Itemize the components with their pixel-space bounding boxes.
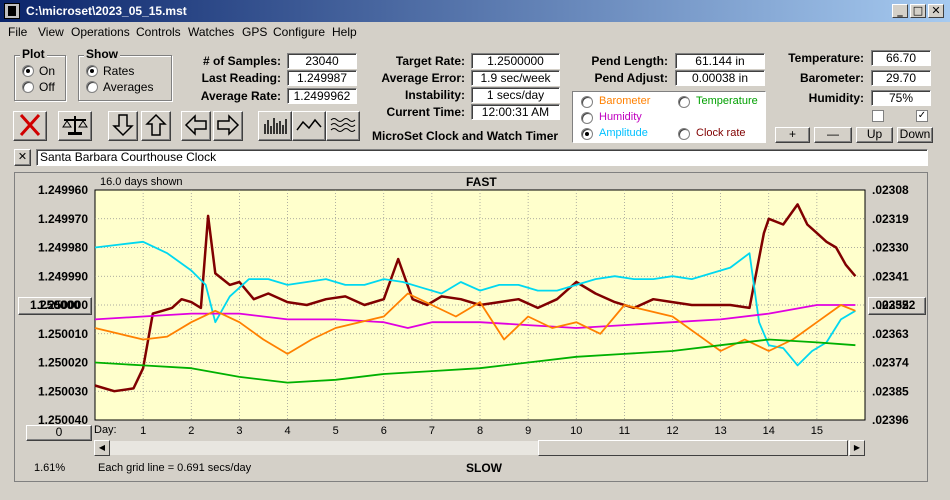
x-tick-label: 13	[715, 425, 727, 437]
x-ticks: 1 2 3 4 5 6 7 8 9 10 11 12 13 14 15	[140, 425, 823, 437]
x-tick-label: 11	[619, 425, 630, 437]
x-tick-label: 5	[333, 425, 339, 437]
y-right-tick-label: .02363	[872, 327, 909, 341]
rate-chart: 1.249960 1.249970 1.249980 1.249990 1.250000…	[38, 183, 909, 437]
x-tick-label: 2	[188, 425, 194, 437]
x-tick-label: 1	[140, 425, 146, 437]
x-tick-label: 3	[236, 425, 242, 437]
y-right-tick-label: .02352	[872, 298, 909, 312]
y-left-tick-label: 1.249960	[38, 183, 88, 197]
x-tick-label: 12	[666, 425, 678, 437]
x-tick-label: 15	[811, 425, 823, 437]
x-tick-label: 9	[525, 425, 531, 437]
y-left-ticks: 1.249960 1.249970 1.249980 1.249990 1.250000…	[38, 183, 88, 427]
y-left-tick-label: 1.249990	[38, 269, 88, 283]
y-right-tick-label: .02319	[872, 212, 909, 226]
y-right-tick-label: .02308	[872, 183, 909, 197]
x-tick-label: 6	[381, 425, 387, 437]
y-left-tick-label: 1.250020	[38, 356, 88, 370]
y-right-tick-label: .02385	[872, 384, 909, 398]
y-right-tick-label: .02330	[872, 241, 909, 255]
y-left-tick-label: 1.250010	[38, 327, 88, 341]
x-tick-label: 10	[570, 425, 582, 437]
y-right-tick-label: .02341	[872, 269, 909, 283]
y-left-tick-label: 1.250030	[38, 384, 88, 398]
y-left-tick-label: 1.250000	[38, 298, 88, 312]
y-right-ticks: .02308 .02319 .02330 .02341 .02352 .02363 .023…	[872, 183, 909, 427]
y-left-tick-label: 1.249970	[38, 212, 88, 226]
y-left-tick-label: 1.249980	[38, 241, 88, 255]
y-left-tick-label: 1.250040	[38, 413, 88, 427]
y-right-tick-label: .02374	[872, 356, 909, 370]
y-right-tick-label: .02396	[872, 413, 909, 427]
x-tick-label: 7	[429, 425, 435, 437]
x-tick-label: 4	[284, 425, 290, 437]
x-tick-label: 8	[477, 425, 483, 437]
x-tick-label: 14	[763, 425, 775, 437]
